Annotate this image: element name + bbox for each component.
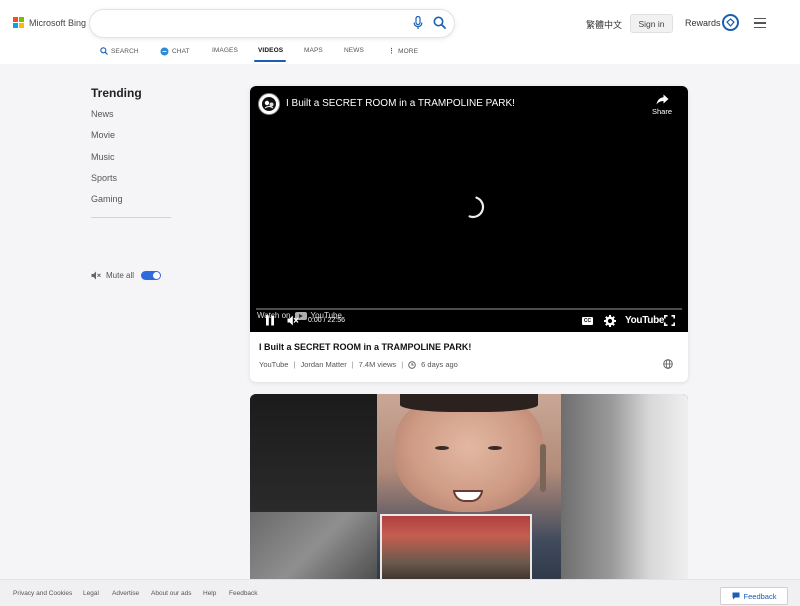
microphone-icon[interactable] — [413, 16, 423, 30]
active-tab-indicator — [254, 60, 286, 62]
speaker-muted-icon — [91, 271, 101, 280]
tab-label: IMAGES — [212, 47, 238, 54]
video-player[interactable]: I Built a SECRET ROOM in a TRAMPOLINE PA… — [250, 86, 688, 332]
tab-videos[interactable]: VIDEOS — [258, 47, 283, 54]
clock-icon — [408, 360, 416, 369]
tab-news[interactable]: NEWS — [344, 47, 364, 54]
brand-name: Microsoft Bing — [29, 17, 87, 28]
rewards-medal-icon[interactable] — [722, 14, 739, 31]
globe-icon[interactable] — [663, 359, 673, 369]
volume-muted-icon[interactable] — [287, 315, 299, 326]
video-card-thumbnail[interactable] — [250, 394, 688, 584]
feedback-button[interactable]: Feedback — [720, 587, 788, 605]
tab-more[interactable]: ⋮ MORE — [388, 47, 419, 56]
category-news[interactable]: News — [91, 109, 114, 119]
tab-label: VIDEOS — [258, 47, 284, 54]
video-meta: YouTube | Jordan Matter | 7.4M views | 6… — [259, 360, 458, 369]
held-photo-image — [380, 514, 532, 584]
category-gaming[interactable]: Gaming — [91, 194, 123, 204]
tab-chat[interactable]: CHAT — [160, 47, 190, 56]
video-views: 7.4M views — [358, 360, 397, 369]
trending-heading: Trending — [91, 86, 142, 100]
category-movie[interactable]: Movie — [91, 130, 115, 140]
category-music[interactable]: Music — [91, 152, 115, 162]
thumbnail-right-panel — [561, 394, 688, 584]
mute-all-toggle[interactable] — [141, 271, 162, 280]
channel-avatar[interactable] — [258, 93, 280, 115]
mute-all-label: Mute all — [106, 271, 135, 280]
search-icon[interactable] — [433, 16, 446, 29]
language-link[interactable]: 繁體中文 — [586, 18, 622, 31]
video-channel[interactable]: Jordan Matter — [300, 360, 346, 369]
video-title[interactable]: I Built a SECRET ROOM in a TRAMPOLINE PA… — [259, 342, 471, 352]
eye-right — [488, 446, 502, 450]
time-display: 0:00 / 22:56 — [308, 317, 345, 324]
footer-link-about-ads[interactable]: About our ads — [151, 590, 191, 597]
thumbnail-left-photo — [250, 512, 378, 584]
captions-icon[interactable]: CC — [582, 317, 593, 325]
tab-maps[interactable]: MAPS — [304, 47, 323, 54]
share-label: Share — [651, 107, 672, 116]
feedback-chat-icon — [732, 592, 740, 600]
footer-link-privacy[interactable]: Privacy and Cookies — [13, 590, 72, 597]
mute-all-control[interactable]: Mute all — [91, 271, 162, 280]
footer-link-help[interactable]: Help — [203, 590, 216, 597]
tab-images[interactable]: IMAGES — [212, 47, 238, 54]
footer: Privacy and Cookies Legal Advertise Abou… — [0, 579, 800, 606]
footer-link-feedback[interactable]: Feedback — [229, 590, 258, 597]
cabinet-handle — [540, 444, 546, 492]
video-card: I Built a SECRET ROOM in a TRAMPOLINE PA… — [250, 86, 688, 382]
search-input[interactable] — [90, 10, 454, 37]
chat-icon — [160, 47, 169, 56]
header: Microsoft Bing 繁體中文 Sign in Rewards SEAR… — [0, 0, 800, 64]
tab-label: NEWS — [344, 47, 364, 54]
player-title[interactable]: I Built a SECRET ROOM in a TRAMPOLINE PA… — [286, 98, 515, 109]
category-sports[interactable]: Sports — [91, 173, 117, 183]
tab-label: MORE — [398, 47, 419, 55]
share-arrow-icon — [656, 94, 668, 105]
bing-logo[interactable]: Microsoft Bing — [13, 17, 86, 28]
sidebar-divider — [91, 217, 171, 218]
fullscreen-icon[interactable] — [664, 315, 675, 326]
menu-icon[interactable] — [754, 18, 766, 28]
more-vertical-icon: ⋮ — [388, 48, 396, 55]
search-icon — [100, 47, 108, 55]
youtube-logo[interactable]: YouTube — [625, 315, 665, 326]
feedback-button-label: Feedback — [743, 591, 777, 601]
tab-label: SEARCH — [111, 47, 139, 55]
footer-link-legal[interactable]: Legal — [83, 590, 99, 597]
tab-label: MAPS — [304, 47, 323, 54]
sign-in-button[interactable]: Sign in — [630, 14, 673, 33]
loading-spinner-icon — [468, 196, 485, 219]
rewards-label[interactable]: Rewards — [685, 18, 721, 28]
footer-link-advertise[interactable]: Advertise — [112, 590, 139, 597]
settings-gear-icon[interactable] — [604, 315, 616, 327]
tab-label: CHAT — [172, 48, 190, 55]
share-button[interactable]: Share — [650, 94, 674, 116]
eye-left — [435, 446, 449, 450]
person-hair — [400, 394, 538, 412]
video-age: 6 days ago — [421, 360, 458, 369]
pause-icon[interactable] — [265, 315, 275, 326]
microsoft-logo-icon — [13, 17, 24, 28]
progress-bar[interactable] — [256, 308, 682, 310]
tab-search[interactable]: SEARCH — [100, 47, 139, 55]
video-source: YouTube — [259, 360, 289, 369]
jordan-matter-logo-icon — [262, 97, 276, 111]
